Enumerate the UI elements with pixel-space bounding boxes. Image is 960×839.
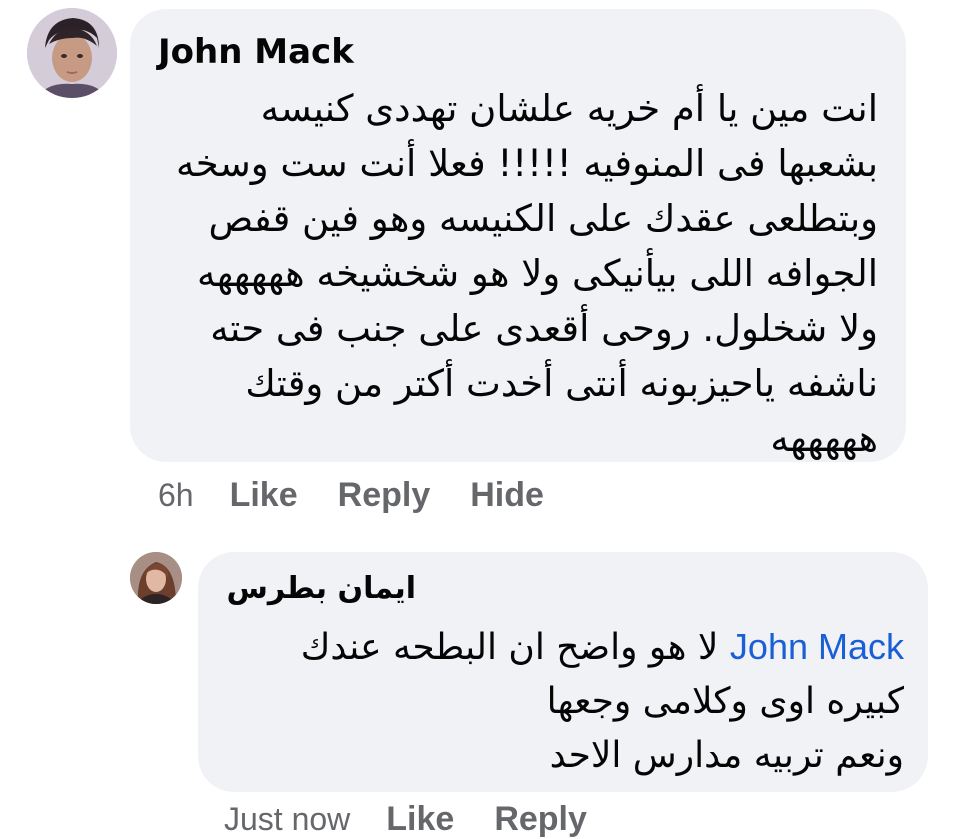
comment-text: انت مين يا أم خريه علشان تهددى كنيسه بشع… xyxy=(175,87,878,460)
comment-timestamp[interactable]: 6h xyxy=(158,477,194,514)
reply-text: John Mack لا هو واضح ان البطحه عندك كبير… xyxy=(214,620,904,783)
mention-link[interactable]: John Mack xyxy=(730,626,904,667)
reply-actions: Just now Like Reply xyxy=(224,800,627,839)
profile-photo-icon xyxy=(130,552,182,604)
comment-bubble: John Mack انت مين يا أم خريه علشان تهددى… xyxy=(130,9,906,462)
hide-button[interactable]: Hide xyxy=(470,476,544,515)
reply-text-rest: كبيره اوى وكلامى وجعها ونعم تربيه مدارس … xyxy=(546,681,904,776)
reply-author[interactable]: ايمان بطرس xyxy=(226,568,416,610)
comment-author[interactable]: John Mack xyxy=(158,31,354,73)
like-button[interactable]: Like xyxy=(230,476,298,515)
reply-button[interactable]: Reply xyxy=(494,800,587,839)
like-button[interactable]: Like xyxy=(386,800,454,839)
comment-actions: 6h Like Reply Hide xyxy=(158,476,584,515)
reply-bubble: ايمان بطرس John Mack لا هو واضح ان البطح… xyxy=(198,552,928,792)
avatar[interactable] xyxy=(27,8,117,98)
reply-text-line: لا هو واضح ان البطحه عندك xyxy=(300,627,730,668)
profile-photo-icon xyxy=(27,8,117,98)
reply-timestamp[interactable]: Just now xyxy=(224,801,350,838)
reply-button[interactable]: Reply xyxy=(338,476,431,515)
avatar[interactable] xyxy=(130,552,182,604)
